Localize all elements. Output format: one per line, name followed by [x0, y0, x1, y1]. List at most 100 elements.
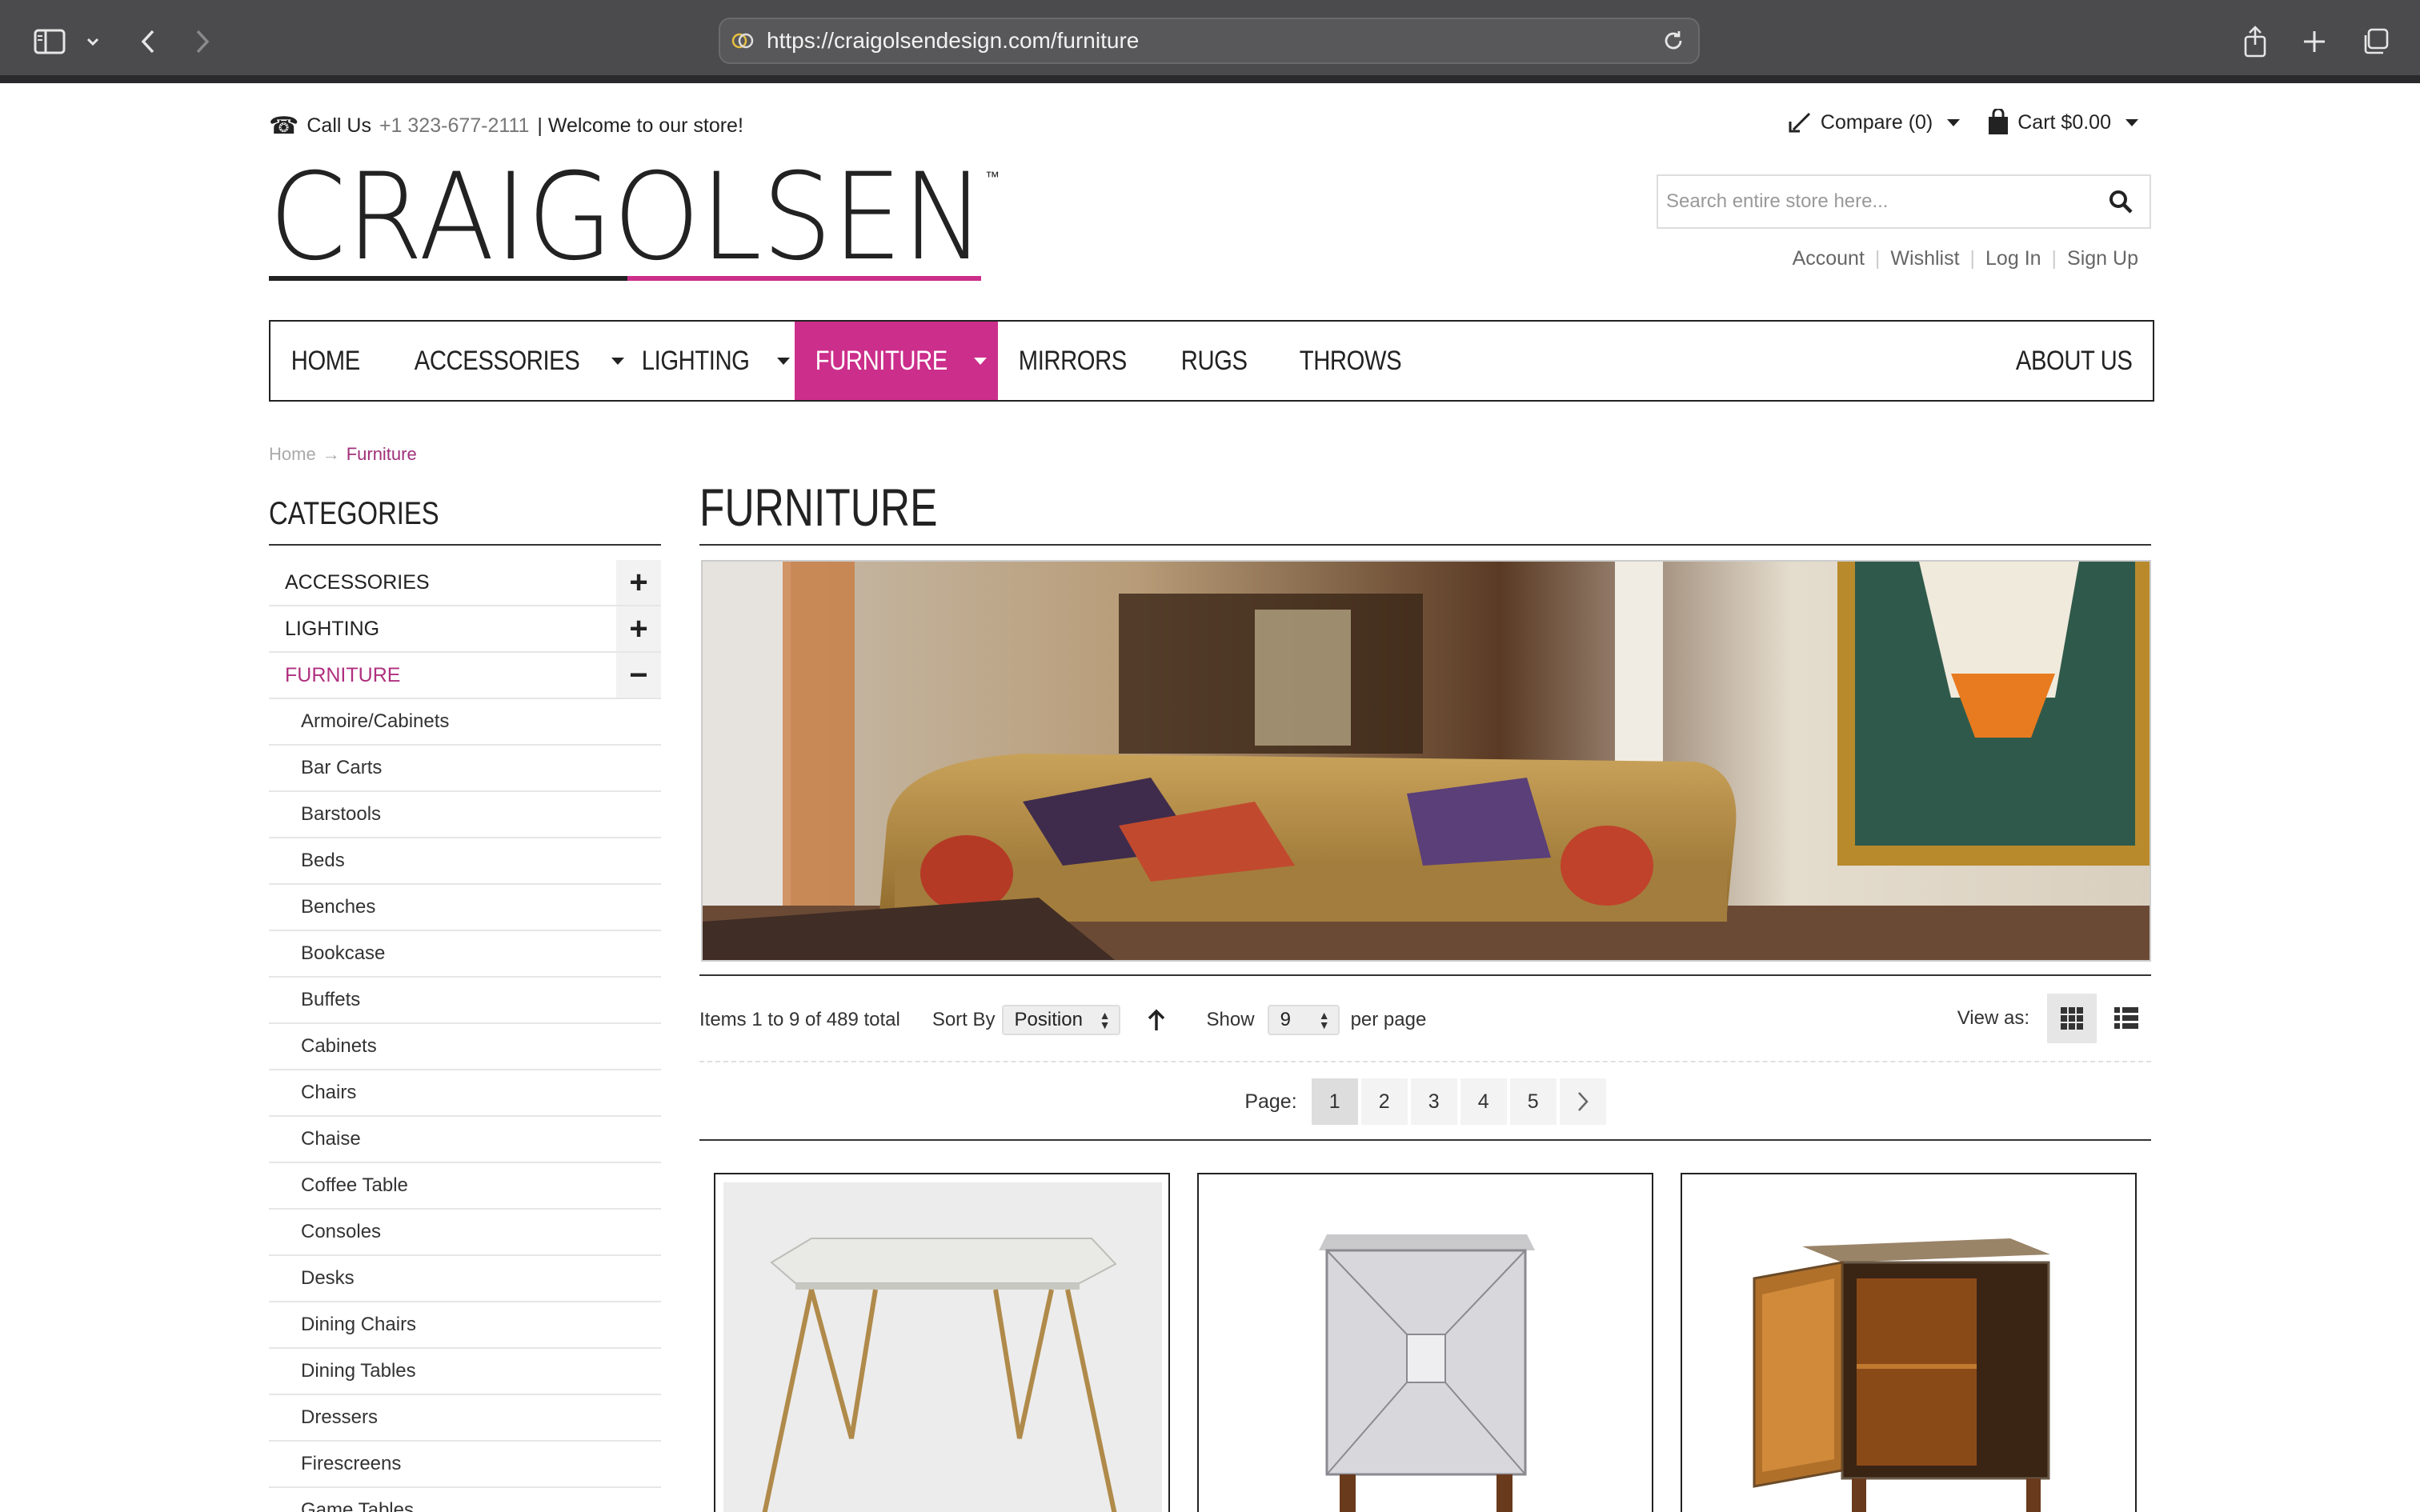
page-title: FURNITURE: [699, 477, 2151, 546]
category-list: ACCESSORIES + LIGHTING + FURNITURE − Armoir…: [269, 560, 661, 1512]
breadcrumb: Home → Furniture: [269, 444, 417, 465]
product-card[interactable]: [714, 1173, 1170, 1512]
share-icon[interactable]: [2239, 21, 2271, 62]
subcategory-item[interactable]: Bar Carts: [269, 746, 661, 792]
subcategory-item[interactable]: Desks: [269, 1256, 661, 1302]
subcategory-item[interactable]: Benches: [269, 885, 661, 931]
craig-olsen-logo[interactable]: CRAIGOLSEN ™: [269, 148, 1005, 287]
product-card[interactable]: [1681, 1173, 2137, 1512]
logo-text: CRAIGOLSEN: [269, 164, 985, 284]
wishlist-link[interactable]: Wishlist: [1890, 247, 1959, 270]
url-text: https://craigolsendesign.com/furniture: [767, 28, 1140, 53]
tabs-overview-icon[interactable]: [2359, 21, 2391, 62]
subcategory-item[interactable]: Consoles: [269, 1210, 661, 1256]
main-nav: HOME ACCESSORIES LIGHTING FURNITURE MIRR…: [269, 320, 2154, 402]
open-cabinet-image: [1682, 1174, 2135, 1512]
list-view-button[interactable]: [2101, 994, 2151, 1043]
page-3-button[interactable]: 3: [1410, 1078, 1457, 1125]
svg-text:™: ™: [985, 169, 1000, 185]
chevron-down-icon[interactable]: [83, 21, 102, 62]
list-icon: [2114, 1007, 2138, 1029]
select-arrows-icon: ▲ ▼: [1318, 1009, 1330, 1031]
search-box: [1657, 174, 2151, 229]
pagination: Page: 1 2 3 4 5: [699, 1064, 2151, 1141]
page-label: Page:: [1244, 1090, 1297, 1113]
cart-label: Cart $0.00: [2017, 110, 2111, 134]
account-link[interactable]: Account: [1793, 247, 1865, 270]
sort-by-select[interactable]: Position ▲ ▼: [1001, 1005, 1120, 1035]
new-tab-icon[interactable]: [2298, 21, 2330, 62]
address-bar[interactable]: https://craigolsendesign.com/furniture: [719, 18, 1700, 64]
compare-icon: [1789, 112, 1810, 133]
nav-about-us[interactable]: ABOUT US: [1969, 322, 2153, 400]
subcategory-item[interactable]: Buffets: [269, 978, 661, 1024]
caret-down-icon: [776, 357, 790, 365]
sort-by-label: Sort By: [932, 1009, 996, 1030]
breadcrumb-current: Furniture: [346, 444, 417, 464]
forward-icon[interactable]: [190, 21, 214, 62]
account-links: Account | Wishlist | Log In | Sign Up: [1792, 247, 2138, 270]
category-furniture[interactable]: FURNITURE −: [269, 653, 661, 699]
compare-label: Compare (0): [1820, 110, 1933, 134]
per-page-select[interactable]: 9 ▲ ▼: [1267, 1005, 1340, 1035]
subcategory-item[interactable]: Dressers: [269, 1395, 661, 1442]
subcategory-item[interactable]: Armoire/Cabinets: [269, 699, 661, 746]
nav-mirrors[interactable]: MIRRORS: [998, 322, 1172, 400]
category-accessories[interactable]: ACCESSORIES +: [269, 560, 661, 606]
caret-down-icon: [1947, 118, 1961, 126]
grid-view-button[interactable]: [2047, 994, 2097, 1043]
signup-link[interactable]: Sign Up: [2067, 247, 2138, 270]
breadcrumb-home[interactable]: Home: [269, 444, 316, 465]
nav-lighting[interactable]: LIGHTING: [621, 322, 795, 400]
items-count: Items 1 to 9 of 489 total: [699, 1009, 900, 1030]
nav-home[interactable]: HOME: [270, 322, 399, 400]
phone-number[interactable]: +1 323-677-2111: [379, 114, 529, 138]
per-page-label: per page: [1350, 1009, 1427, 1030]
call-label: Call Us: [307, 114, 371, 137]
arrow-right-icon: →: [322, 444, 340, 464]
page-4-button[interactable]: 4: [1460, 1078, 1507, 1125]
view-as-label: View as:: [1957, 1007, 2029, 1029]
subcategory-item[interactable]: Firescreens: [269, 1442, 661, 1488]
subcategory-item[interactable]: Cabinets: [269, 1024, 661, 1070]
reload-icon[interactable]: [1661, 29, 1685, 53]
sort-direction-arrow-icon[interactable]: [1146, 1008, 1167, 1032]
subcategory-item[interactable]: Bookcase: [269, 931, 661, 978]
subcategory-item[interactable]: Game Tables: [269, 1488, 661, 1512]
search-icon[interactable]: [2108, 189, 2134, 214]
cart-dropdown[interactable]: Cart $0.00: [1987, 109, 2138, 136]
site-icon: [731, 33, 754, 49]
compare-dropdown[interactable]: Compare (0): [1785, 110, 1961, 134]
phone-icon: ☎: [269, 113, 299, 139]
show-label: Show: [1206, 1009, 1255, 1030]
subcategory-item[interactable]: Coffee Table: [269, 1163, 661, 1210]
product-grid: [714, 1173, 2138, 1512]
chevron-right-icon: [1577, 1092, 1589, 1111]
back-icon[interactable]: [136, 21, 160, 62]
page-2-button[interactable]: 2: [1360, 1078, 1408, 1125]
expand-plus-icon[interactable]: +: [616, 560, 661, 605]
subcategory-item[interactable]: Beds: [269, 838, 661, 885]
nav-throws[interactable]: THROWS: [1279, 322, 1445, 400]
nav-accessories[interactable]: ACCESSORIES: [394, 322, 629, 400]
header-topbar: ☎ Call Us +1 323-677-2111 | Welcome to o…: [269, 109, 2154, 141]
subcategory-item[interactable]: Chairs: [269, 1070, 661, 1117]
subcategory-item[interactable]: Dining Chairs: [269, 1302, 661, 1349]
login-link[interactable]: Log In: [1985, 247, 2041, 270]
search-input[interactable]: [1666, 178, 2098, 226]
subcategory-item[interactable]: Barstools: [269, 792, 661, 838]
nav-rugs[interactable]: RUGS: [1160, 322, 1285, 400]
next-page-button[interactable]: [1559, 1078, 1606, 1125]
page-5-button[interactable]: 5: [1509, 1078, 1557, 1125]
page-1-button[interactable]: 1: [1311, 1078, 1358, 1125]
expand-plus-icon[interactable]: +: [616, 606, 661, 651]
subcategory-item[interactable]: Chaise: [269, 1117, 661, 1163]
sidebar-toggle-icon[interactable]: [30, 21, 69, 62]
collapse-minus-icon[interactable]: −: [616, 653, 661, 698]
welcome-text: | Welcome to our store!: [537, 114, 743, 137]
subcategory-item[interactable]: Dining Tables: [269, 1349, 661, 1395]
product-card[interactable]: [1197, 1173, 1653, 1512]
category-lighting[interactable]: LIGHTING +: [269, 606, 661, 653]
nav-furniture[interactable]: FURNITURE: [794, 322, 998, 400]
